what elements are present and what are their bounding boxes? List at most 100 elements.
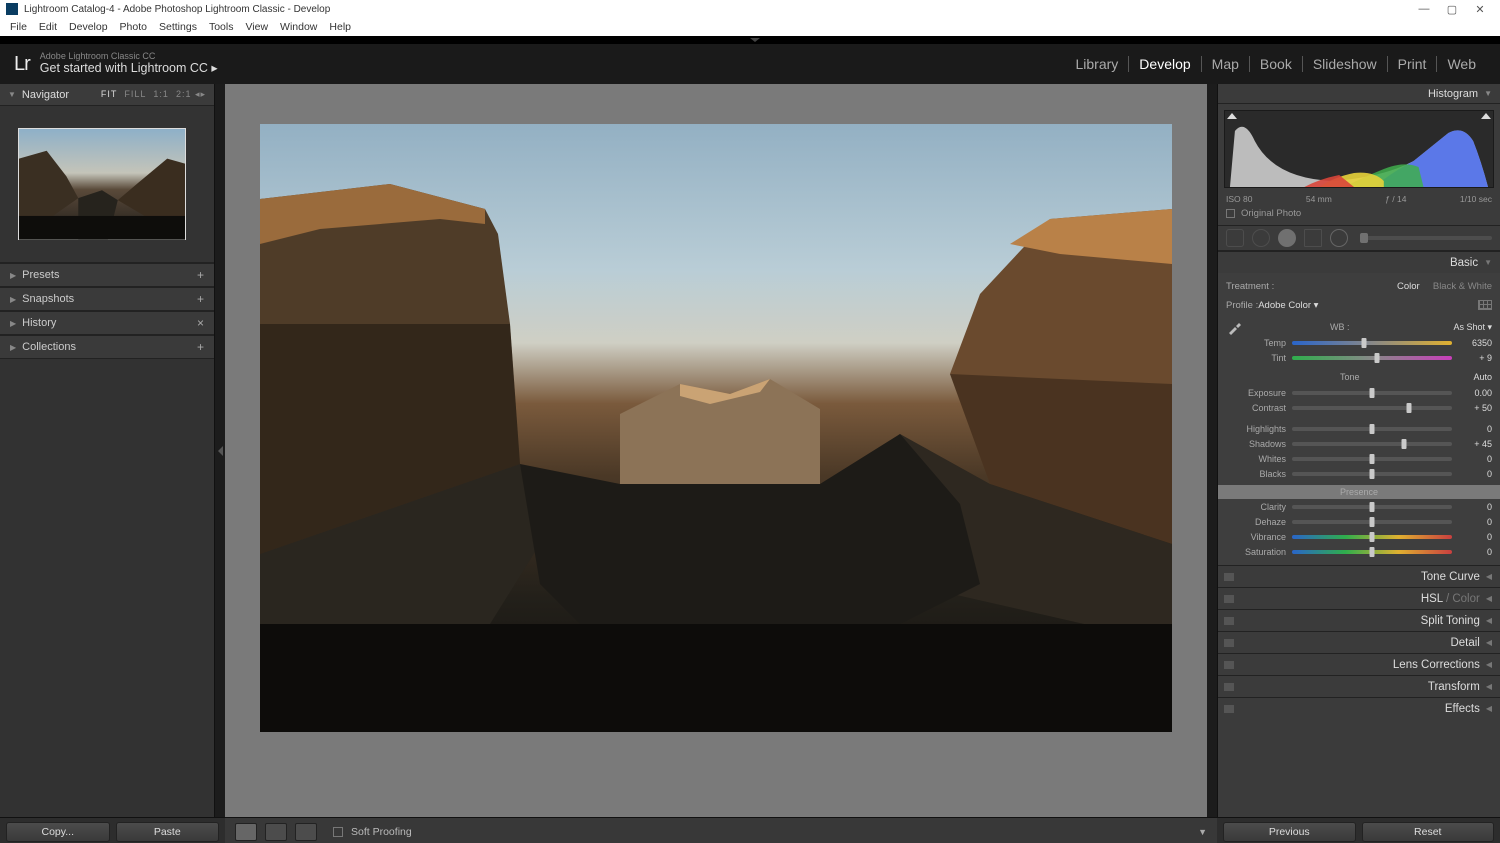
panel-tone-curve[interactable]: Tone Curve◀ [1218,565,1500,587]
menu-help[interactable]: Help [323,21,357,33]
switch-icon[interactable] [1224,639,1234,647]
reset-button[interactable]: Reset [1362,822,1495,842]
close-button[interactable]: ✕ [1466,3,1494,16]
slider-clarity[interactable]: Clarity0 [1218,499,1500,514]
wb-dropdown[interactable]: As Shot ▾ [1453,322,1492,333]
menu-tools[interactable]: Tools [203,21,240,33]
slider-tint[interactable]: Tint+ 9 [1218,350,1500,365]
module-map[interactable]: Map [1202,56,1249,72]
menu-window[interactable]: Window [274,21,323,33]
switch-icon[interactable] [1224,661,1234,669]
meta-shutter: 1/10 sec [1460,194,1492,204]
left-section-snapshots[interactable]: ▶Snapshots+ [0,287,214,311]
left-panel: ▼ Navigator FIT FILL 1:1 2:1 ◂▸ ▶Presets… [0,84,215,817]
loupe-view-button[interactable] [235,823,257,841]
toolbar-menu-icon[interactable]: ▼ [1198,827,1207,837]
module-develop[interactable]: Develop [1129,56,1200,72]
maximize-button[interactable]: ▢ [1438,3,1466,16]
add-icon[interactable]: + [197,292,204,306]
left-section-presets[interactable]: ▶Presets+ [0,263,214,287]
panel-basic-header[interactable]: Basic▼ [1218,251,1500,273]
tone-auto-button[interactable]: Auto [1473,372,1492,382]
histogram-header[interactable]: Histogram▼ [1218,84,1500,104]
identity-getstarted[interactable]: Get started with Lightroom CC ▸ [40,62,218,76]
before-after-tb-button[interactable] [295,823,317,841]
left-section-collections[interactable]: ▶Collections+ [0,335,214,359]
module-library[interactable]: Library [1066,56,1129,72]
add-icon[interactable]: + [197,268,204,282]
original-photo-toggle[interactable]: Original Photo [1218,204,1500,225]
module-web[interactable]: Web [1437,56,1486,72]
module-book[interactable]: Book [1250,56,1302,72]
switch-icon[interactable] [1224,683,1234,691]
highlight-clipping-icon[interactable] [1481,113,1491,123]
menu-edit[interactable]: Edit [33,21,63,33]
add-icon[interactable]: + [197,340,204,354]
radial-filter-tool[interactable] [1330,229,1348,247]
profile-dropdown[interactable]: Adobe Color ▾ [1258,300,1318,311]
right-collapse-handle[interactable] [1207,84,1217,817]
slider-contrast[interactable]: Contrast+ 50 [1218,400,1500,415]
app-icon [6,3,18,15]
treatment-color[interactable]: Color [1397,281,1420,292]
chevron-right-icon: ▶ [10,295,16,304]
clear-icon[interactable]: × [197,316,204,330]
minimize-button[interactable]: — [1410,3,1438,15]
checkbox-icon[interactable] [1226,209,1235,218]
switch-icon[interactable] [1224,573,1234,581]
panel-hsl-color[interactable]: HSL / Color◀ [1218,587,1500,609]
menu-file[interactable]: File [4,21,33,33]
meta-aperture: ƒ / 14 [1385,194,1406,204]
brush-size-slider[interactable] [1360,236,1492,240]
slider-shadows[interactable]: Shadows+ 45 [1218,436,1500,451]
switch-icon[interactable] [1224,705,1234,713]
meta-focal: 54 mm [1306,194,1332,204]
slider-vibrance[interactable]: Vibrance0 [1218,529,1500,544]
module-slideshow[interactable]: Slideshow [1303,56,1387,72]
slider-dehaze[interactable]: Dehaze0 [1218,514,1500,529]
graduated-filter-tool[interactable] [1304,229,1322,247]
soft-proof-label: Soft Proofing [351,826,412,838]
switch-icon[interactable] [1224,595,1234,603]
spot-removal-tool[interactable] [1252,229,1270,247]
slider-highlights[interactable]: Highlights0 [1218,421,1500,436]
previous-button[interactable]: Previous [1223,822,1356,842]
redeye-tool[interactable] [1278,229,1296,247]
paste-button[interactable]: Paste [116,822,220,842]
profile-browser-icon[interactable] [1478,300,1492,310]
slider-whites[interactable]: Whites0 [1218,451,1500,466]
photo-preview[interactable] [260,124,1172,732]
copy-button[interactable]: Copy... [6,822,110,842]
navigator-zoom-levels[interactable]: FIT FILL 1:1 2:1 ◂▸ [101,89,206,100]
menu-develop[interactable]: Develop [63,21,114,33]
slider-saturation[interactable]: Saturation0 [1218,544,1500,559]
panel-effects[interactable]: Effects◀ [1218,697,1500,719]
slider-temp[interactable]: Temp6350 [1218,335,1500,350]
menu-view[interactable]: View [239,21,274,33]
before-after-lr-button[interactable] [265,823,287,841]
left-section-history[interactable]: ▶History× [0,311,214,335]
menu-settings[interactable]: Settings [153,21,203,33]
panel-transform[interactable]: Transform◀ [1218,675,1500,697]
panel-lens-corrections[interactable]: Lens Corrections◀ [1218,653,1500,675]
eyedropper-icon[interactable] [1226,318,1244,336]
treatment-bw[interactable]: Black & White [1433,281,1492,292]
panel-detail[interactable]: Detail◀ [1218,631,1500,653]
soft-proof-checkbox[interactable] [333,827,343,837]
crop-tool[interactable] [1226,229,1244,247]
shadow-clipping-icon[interactable] [1227,113,1237,123]
menu-photo[interactable]: Photo [114,21,153,33]
switch-icon[interactable] [1224,617,1234,625]
panel-split-toning[interactable]: Split Toning◀ [1218,609,1500,631]
slider-exposure[interactable]: Exposure0.00 [1218,385,1500,400]
left-collapse-handle[interactable] [215,84,225,817]
menubar: File Edit Develop Photo Settings Tools V… [0,18,1500,36]
histogram[interactable] [1224,110,1494,188]
navigator-thumbnail[interactable] [18,128,186,240]
basic-panel: Treatment : Color Black & White Profile … [1218,273,1500,565]
top-collapse-bar[interactable] [0,36,1500,44]
navigator-header[interactable]: ▼ Navigator FIT FILL 1:1 2:1 ◂▸ [0,84,214,106]
slider-blacks[interactable]: Blacks0 [1218,466,1500,481]
loupe-area[interactable] [225,84,1207,817]
module-print[interactable]: Print [1388,56,1437,72]
